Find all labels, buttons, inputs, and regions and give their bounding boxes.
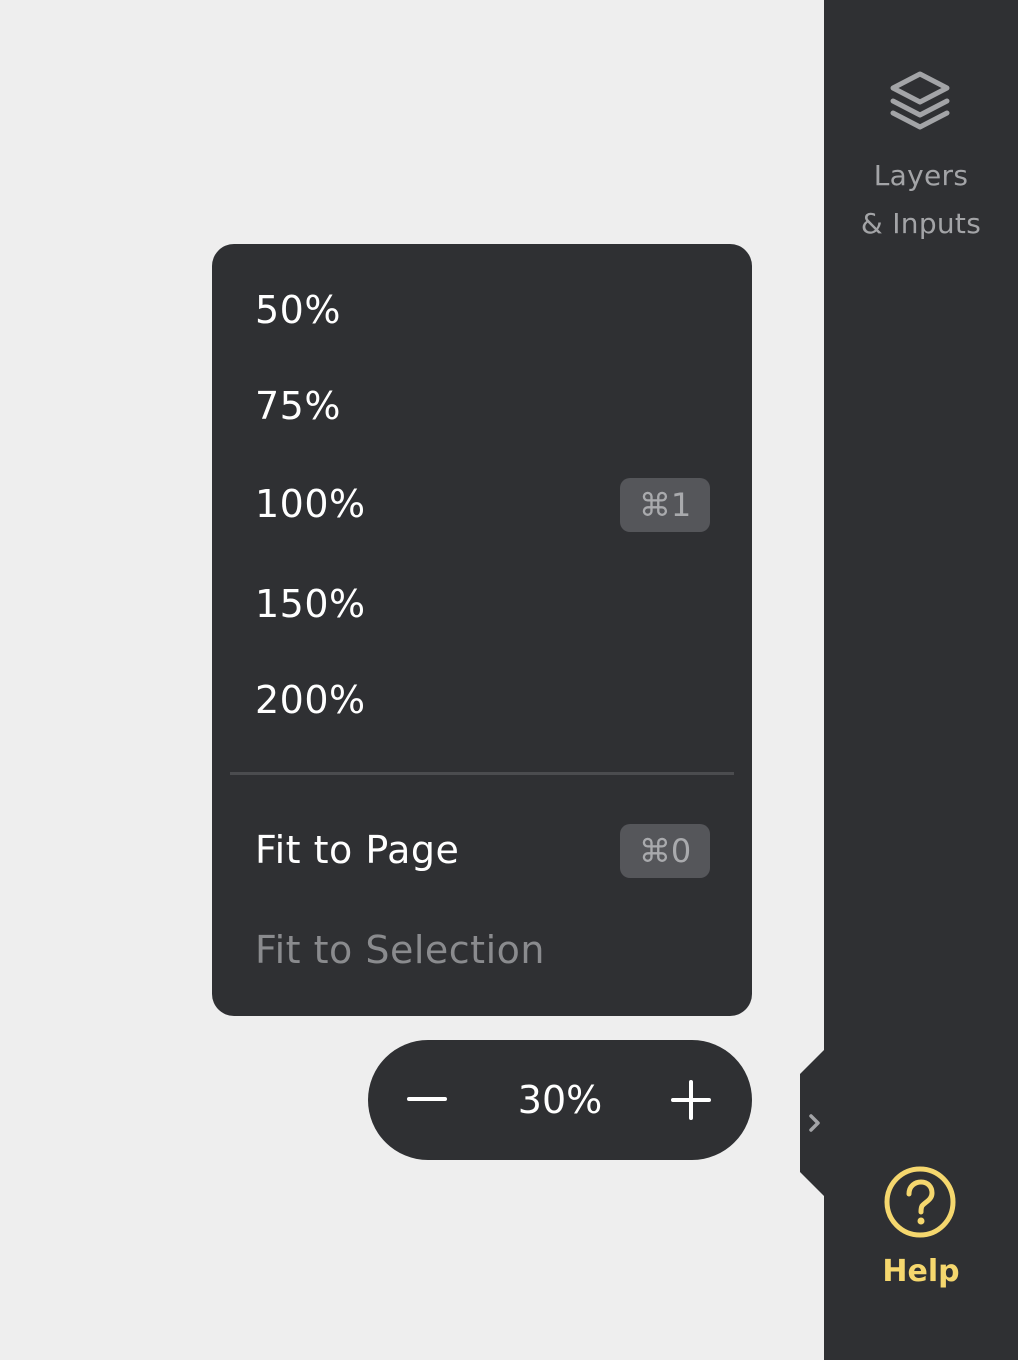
layers-label-line1: Layers [873, 159, 969, 192]
zoom-in-button[interactable] [652, 1060, 732, 1140]
zoom-option-100[interactable]: 100% ⌘1 [212, 460, 752, 548]
fit-to-page-option[interactable]: Fit to Page ⌘0 [212, 806, 752, 894]
collapse-sidebar-tab[interactable] [800, 1050, 824, 1196]
zoom-option-50[interactable]: 50% [212, 266, 752, 354]
zoom-option-label: 75% [255, 384, 341, 428]
zoom-option-75[interactable]: 75% [212, 362, 752, 450]
layers-inputs-label: Layers & Inputs [824, 152, 1018, 248]
layers-inputs-button[interactable]: Layers & Inputs [824, 60, 1018, 250]
plus-icon [671, 1080, 711, 1120]
zoom-control: 30% [368, 1040, 752, 1160]
minus-icon [407, 1097, 447, 1101]
zoom-option-150[interactable]: 150% [212, 560, 752, 648]
zoom-out-button[interactable] [388, 1060, 468, 1140]
layers-icon [890, 71, 950, 130]
zoom-level-button[interactable]: 30% [478, 1040, 642, 1160]
help-circle-icon [884, 1166, 956, 1238]
zoom-option-label: 50% [255, 288, 341, 332]
zoom-menu: 50% 75% 100% ⌘1 150% 200% Fit to Page ⌘0… [212, 244, 752, 1016]
collapse-tab-shape [800, 1050, 824, 1196]
shortcut-badge: ⌘1 [620, 478, 710, 532]
zoom-option-label: 200% [255, 678, 366, 722]
fit-to-selection-option: Fit to Selection [212, 906, 752, 994]
zoom-option-label: 150% [255, 582, 366, 626]
zoom-option-200[interactable]: 200% [212, 656, 752, 744]
right-sidebar: Layers & Inputs Help [824, 0, 1018, 1360]
help-label: Help [882, 1254, 960, 1289]
fit-to-page-label: Fit to Page [255, 828, 460, 872]
layers-label-line2: & Inputs [860, 207, 982, 240]
zoom-option-label: 100% [255, 482, 366, 526]
fit-to-selection-label: Fit to Selection [255, 928, 545, 972]
menu-divider [230, 772, 734, 775]
shortcut-badge: ⌘0 [620, 824, 710, 878]
help-button[interactable]: Help [824, 1160, 1018, 1300]
